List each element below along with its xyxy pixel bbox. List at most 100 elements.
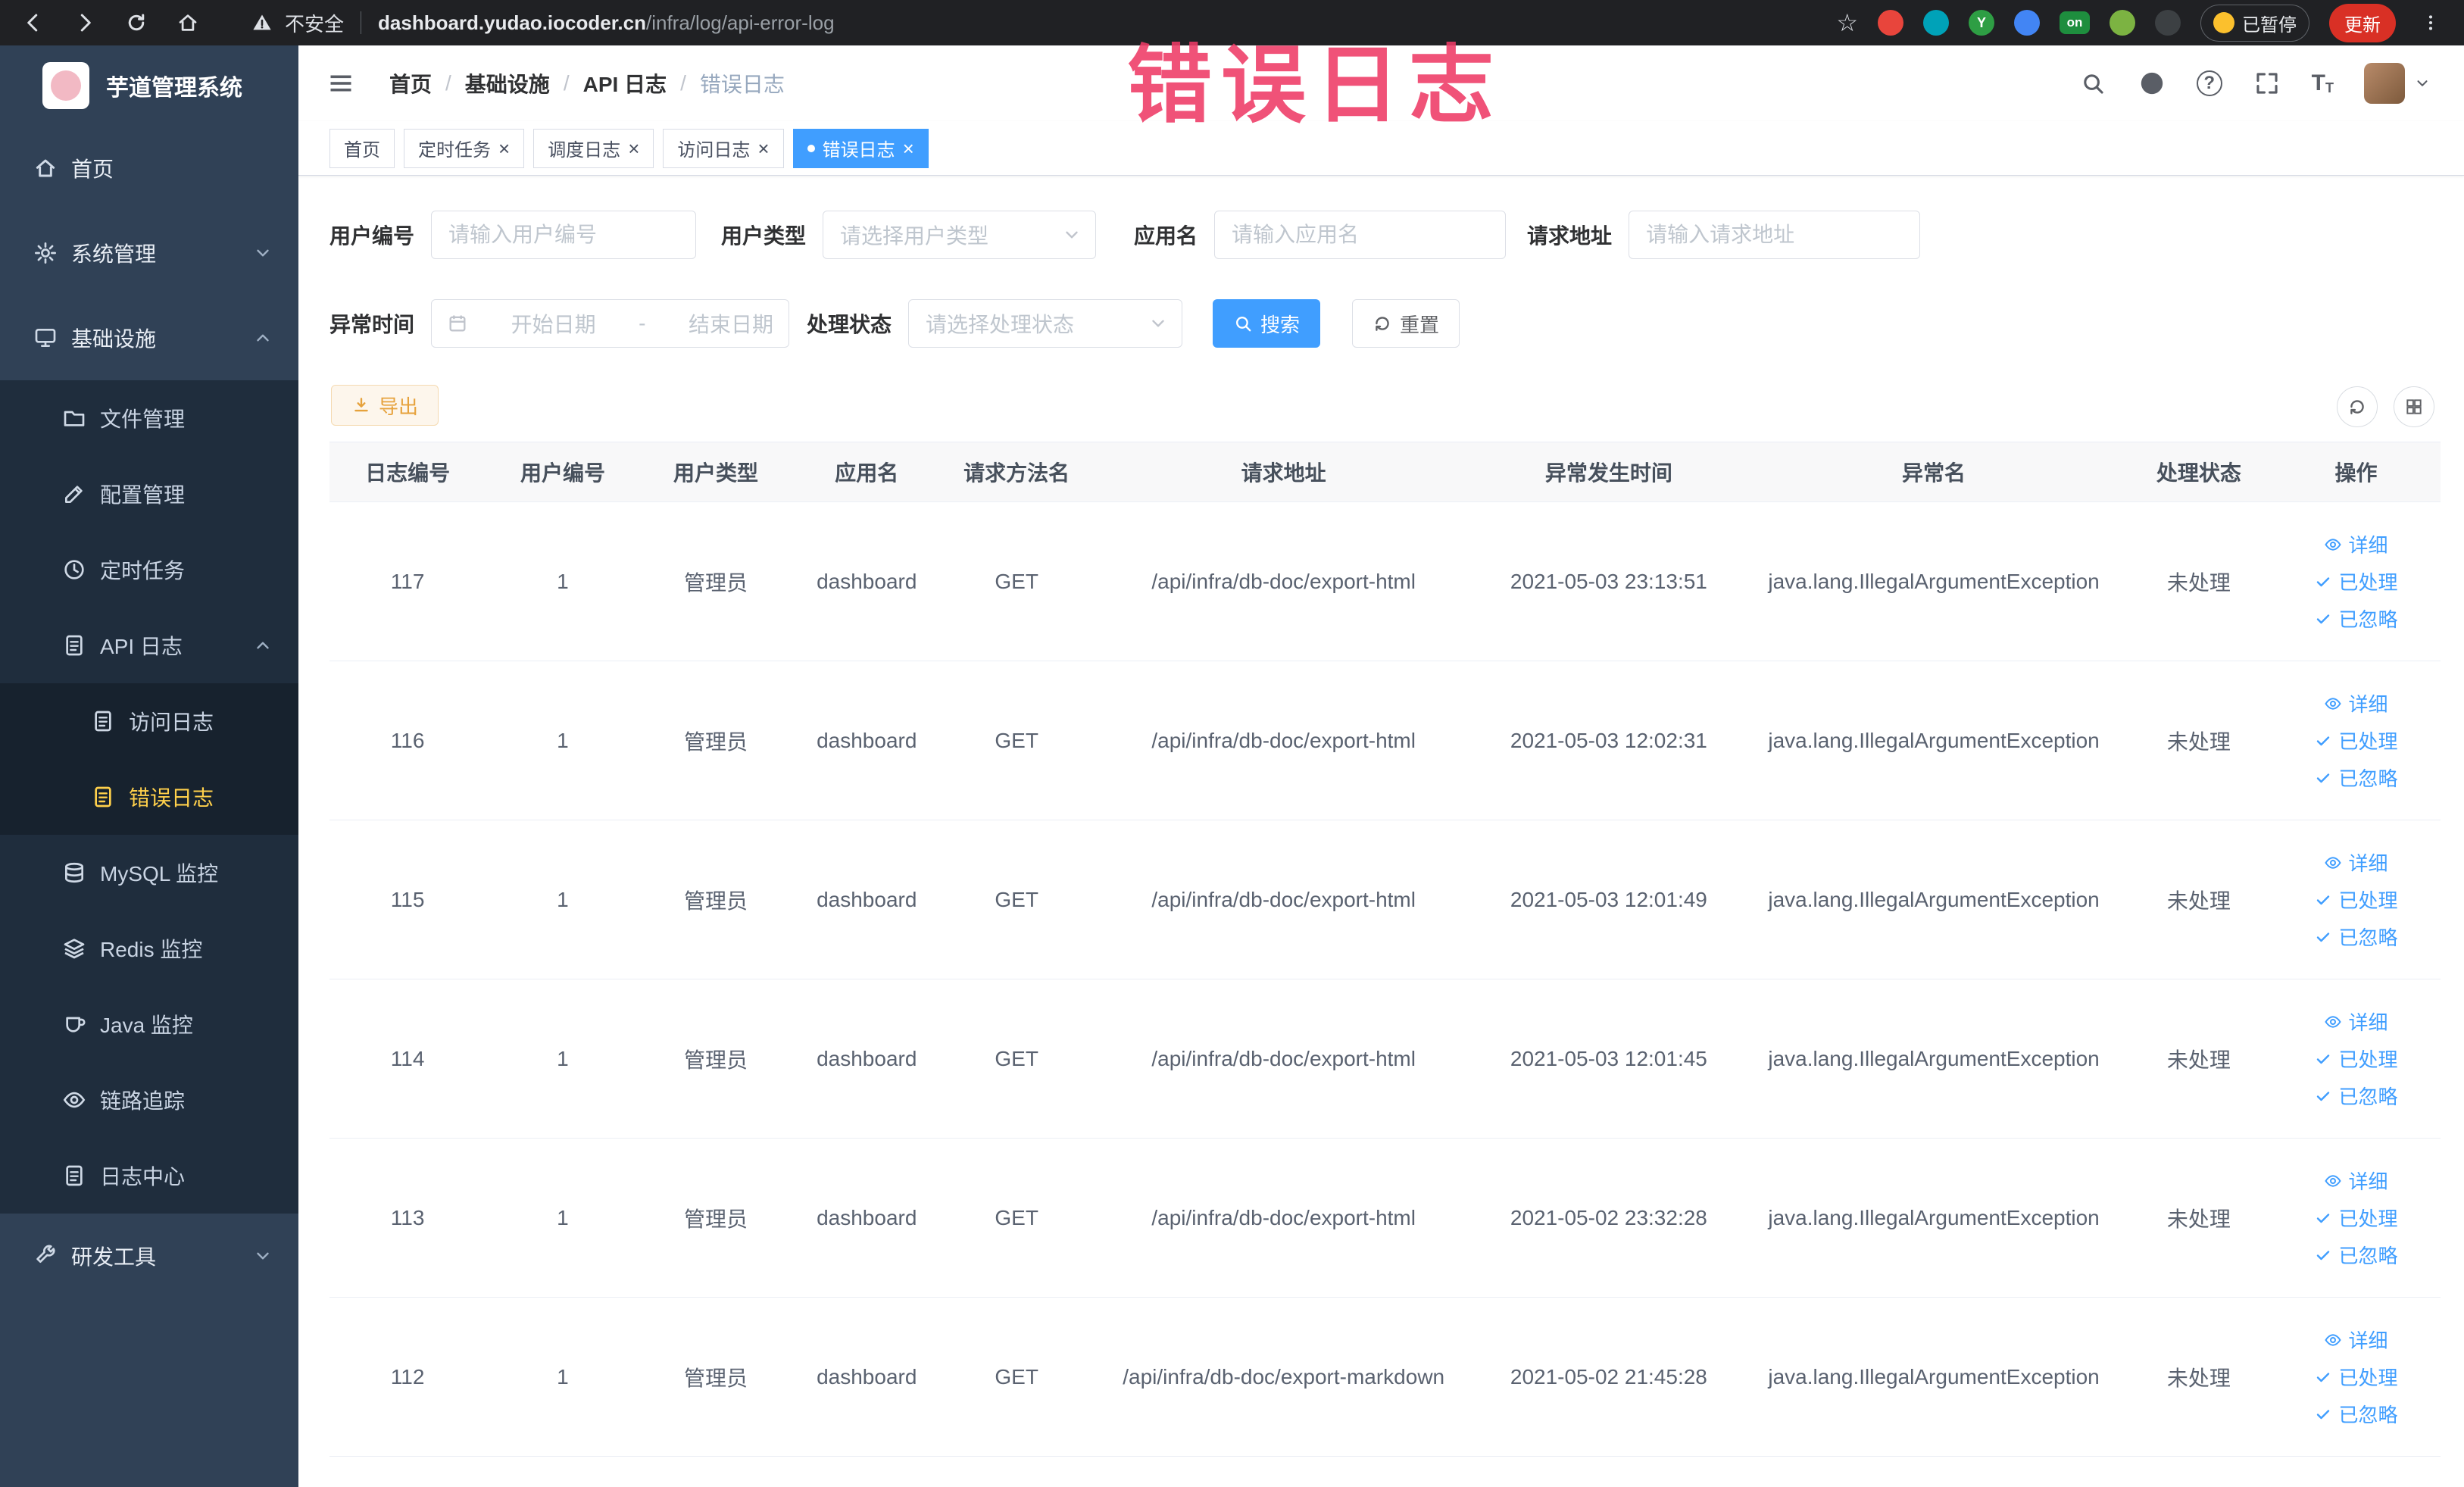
paused-badge[interactable]: 已暂停 <box>2200 4 2309 42</box>
sidebar-item-redis[interactable]: Redis 监控 <box>0 911 298 986</box>
edit-icon <box>62 482 86 506</box>
security-label[interactable]: 不安全 <box>285 9 344 37</box>
processed-link[interactable]: 已处理 <box>2314 567 2397 595</box>
sidebar-item-log-center[interactable]: 日志中心 <box>0 1138 298 1214</box>
browser-reload-icon[interactable] <box>121 8 151 38</box>
header-status: 处理状态 <box>2156 461 2241 485</box>
tab-home[interactable]: 首页 <box>329 128 395 168</box>
sidebar-item-infra[interactable]: 基础设施 <box>0 295 298 380</box>
exception-time-label: 异常时间 <box>329 313 415 336</box>
detail-link[interactable]: 详细 <box>2324 1326 2387 1354</box>
cell-exception-name: java.lang.IllegalArgumentException <box>1768 887 2100 911</box>
extension-on-badge[interactable]: on <box>2060 11 2090 34</box>
cell-exception-time: 2021-05-03 12:01:49 <box>1510 887 1707 911</box>
sidebar-item-home[interactable]: 首页 <box>0 126 298 211</box>
refresh-button[interactable] <box>2337 386 2378 427</box>
font-size-icon[interactable]: TT <box>2312 70 2334 96</box>
ignored-link[interactable]: 已忽略 <box>2314 1082 2397 1110</box>
tab-access-log[interactable]: 访问日志 × <box>663 128 784 168</box>
column-settings-button[interactable] <box>2394 386 2434 427</box>
extension-dark-icon[interactable] <box>2155 10 2181 36</box>
cell-exception-name: java.lang.IllegalArgumentException <box>1768 728 2100 752</box>
end-date-placeholder[interactable]: 结束日期 <box>689 308 773 339</box>
tab-schedule-log[interactable]: 调度日志 × <box>533 128 654 168</box>
ignored-link[interactable]: 已忽略 <box>2314 764 2397 792</box>
breadcrumb-infra[interactable]: 基础设施 <box>465 68 550 98</box>
processed-link[interactable]: 已处理 <box>2314 886 2397 914</box>
processed-link[interactable]: 已处理 <box>2314 1204 2397 1232</box>
fullscreen-icon[interactable] <box>2253 69 2281 98</box>
extension-teal-icon[interactable] <box>1923 10 1949 36</box>
search-button[interactable]: 搜索 <box>1213 299 1321 348</box>
close-icon[interactable]: × <box>903 139 914 158</box>
tab-job[interactable]: 定时任务 × <box>404 128 525 168</box>
ignored-link[interactable]: 已忽略 <box>2314 1241 2397 1269</box>
process-status-select[interactable]: 请选择处理状态 <box>908 299 1183 348</box>
detail-link[interactable]: 详细 <box>2324 530 2387 558</box>
export-button[interactable]: 导出 <box>331 385 439 426</box>
cell-log-id: 112 <box>390 1364 425 1389</box>
detail-link[interactable]: 详细 <box>2324 1007 2387 1036</box>
sidebar-item-file[interactable]: 文件管理 <box>0 380 298 456</box>
search-icon[interactable] <box>2078 69 2107 98</box>
processed-link[interactable]: 已处理 <box>2314 726 2397 754</box>
browser-update-button[interactable]: 更新 <box>2329 3 2396 42</box>
extension-y-icon[interactable]: Y <box>1969 10 1994 36</box>
ignored-link[interactable]: 已忽略 <box>2314 1400 2397 1428</box>
browser-right-controls: ☆ Y on 已暂停 更新 <box>1836 3 2446 42</box>
request-url-input[interactable] <box>1629 211 1921 259</box>
sidebar-item-api-log[interactable]: API 日志 <box>0 608 298 683</box>
processed-link[interactable]: 已处理 <box>2314 1045 2397 1073</box>
url-text[interactable]: dashboard.yudao.iocoder.cn/infra/log/api… <box>378 11 835 35</box>
ignored-link[interactable]: 已忽略 <box>2314 923 2397 951</box>
browser-home-icon[interactable] <box>173 8 203 38</box>
help-icon[interactable]: ? <box>2196 70 2222 96</box>
sidebar-item-job[interactable]: 定时任务 <box>0 532 298 608</box>
close-icon[interactable]: × <box>628 139 639 158</box>
user-menu[interactable] <box>2364 63 2431 104</box>
user-id-input[interactable] <box>431 211 697 259</box>
detail-link[interactable]: 详细 <box>2324 848 2387 876</box>
sidebar-item-access-log[interactable]: 访问日志 <box>0 683 298 759</box>
avatar[interactable] <box>2364 63 2405 104</box>
address-bar[interactable]: 不安全 dashboard.yudao.iocoder.cn/infra/log… <box>251 9 835 37</box>
app-name-input[interactable] <box>1214 211 1507 259</box>
browser-back-icon[interactable] <box>18 8 48 38</box>
breadcrumb-api-log[interactable]: API 日志 <box>583 68 667 98</box>
date-range-picker[interactable]: 开始日期 - 结束日期 <box>431 299 790 348</box>
cell-log-id: 115 <box>390 887 425 911</box>
detail-link[interactable]: 详细 <box>2324 689 2387 717</box>
cell-user-id: 1 <box>557 728 569 752</box>
check-icon <box>2314 769 2332 787</box>
browser-forward-icon[interactable] <box>70 8 100 38</box>
sidebar-item-trace[interactable]: 链路追踪 <box>0 1062 298 1138</box>
github-icon[interactable] <box>2138 69 2166 98</box>
processed-link[interactable]: 已处理 <box>2314 1363 2397 1391</box>
browser-menu-icon[interactable] <box>2416 8 2446 38</box>
extension-grid-icon[interactable] <box>2014 10 2040 36</box>
detail-link[interactable]: 详细 <box>2324 1167 2387 1195</box>
sidebar-item-config[interactable]: 配置管理 <box>0 456 298 532</box>
extension-leaf-icon[interactable] <box>2110 10 2135 36</box>
sidebar-item-error-log[interactable]: 错误日志 <box>0 759 298 835</box>
reset-button[interactable]: 重置 <box>1352 299 1460 348</box>
sidebar-item-dev-tools[interactable]: 研发工具 <box>0 1214 298 1298</box>
sidebar-item-java[interactable]: Java 监控 <box>0 986 298 1062</box>
breadcrumb-home[interactable]: 首页 <box>389 68 432 98</box>
sidebar-item-system[interactable]: 系统管理 <box>0 211 298 295</box>
extension-red-icon[interactable] <box>1878 10 1903 36</box>
close-icon[interactable]: × <box>498 139 510 158</box>
app-logo[interactable]: 芋道管理系统 <box>0 45 298 126</box>
tab-error-log[interactable]: 错误日志 × <box>792 128 929 168</box>
bookmark-star-icon[interactable]: ☆ <box>1836 11 1858 35</box>
cell-log-id: 117 <box>390 569 425 593</box>
ignored-link[interactable]: 已忽略 <box>2314 604 2397 633</box>
start-date-placeholder[interactable]: 开始日期 <box>511 308 596 339</box>
monitor-icon <box>33 326 58 350</box>
close-icon[interactable]: × <box>757 139 769 158</box>
sidebar-toggle-icon[interactable] <box>324 67 358 100</box>
sidebar-item-mysql[interactable]: MySQL 监控 <box>0 835 298 911</box>
cell-exception-name: java.lang.IllegalArgumentException <box>1768 569 2100 593</box>
cell-exception-name: java.lang.IllegalArgumentException <box>1768 1046 2100 1070</box>
user-type-select[interactable]: 请选择用户类型 <box>823 211 1097 259</box>
